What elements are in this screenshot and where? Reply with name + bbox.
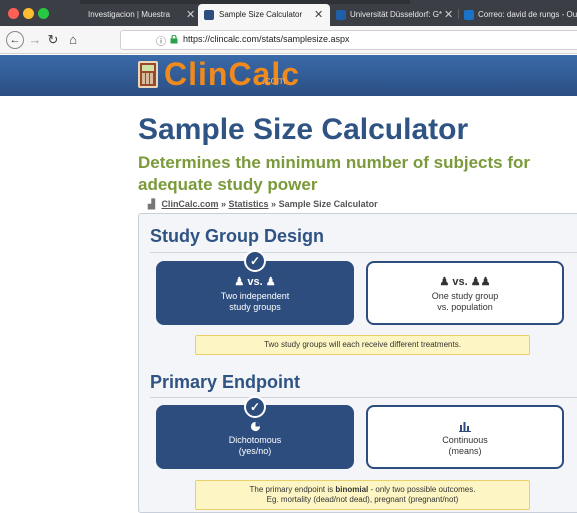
pie-chart-icon <box>158 421 352 435</box>
option-label-line1: Two independent <box>220 291 290 301</box>
url-text: https://clincalc.com/stats/samplesize.as… <box>183 34 350 44</box>
note-text: - only two possible outcomes. <box>368 485 476 494</box>
reload-icon[interactable]: ↻ <box>44 31 62 49</box>
note-text: The primary endpoint is <box>249 485 336 494</box>
breadcrumb-separator: » <box>220 199 226 209</box>
tab-label: Correo: david de rungs - Outlo <box>478 10 577 19</box>
address-bar[interactable]: ⓘ https://clincalc.com/stats/samplesize.… <box>120 30 577 50</box>
tab-separator <box>458 9 459 19</box>
site-header: ClinCalc .com <box>0 55 577 96</box>
forward-arrow-icon[interactable]: → <box>26 31 44 49</box>
hhu-favicon-icon <box>336 10 346 20</box>
close-window-button[interactable] <box>8 8 19 19</box>
breadcrumb-separator: » <box>271 199 277 209</box>
note-emphasis: binomial <box>335 485 369 494</box>
zoom-window-button[interactable] <box>38 8 49 19</box>
breadcrumb-home-link[interactable]: ClinCalc.com <box>161 199 218 209</box>
section-divider <box>150 397 577 398</box>
close-tab-icon[interactable]: ✕ <box>444 4 453 26</box>
home-icon[interactable]: ⌂ <box>64 31 82 49</box>
back-arrow-icon[interactable]: ← <box>6 31 24 49</box>
option-one-group-vs-population[interactable]: ♟ vs. ♟♟ One study group vs. population <box>366 261 564 325</box>
close-tab-icon[interactable]: ✕ <box>314 4 323 26</box>
two-users-vs-icon: ♟ vs. ♟ <box>234 276 276 288</box>
tab-investigacion[interactable]: Investigacion | Muestra ✕ <box>72 4 200 26</box>
info-icon[interactable]: ⓘ <box>156 33 166 48</box>
primary-endpoint-heading: Primary Endpoint <box>150 372 301 392</box>
site-logo-suffix: .com <box>262 75 286 87</box>
breadcrumb: ▟ ClinCalc.com » Statistics » Sample Siz… <box>148 199 378 210</box>
option-label-line1: Continuous <box>442 435 488 445</box>
user-vs-group-icon: ♟ vs. ♟♟ <box>439 276 491 288</box>
calculator-logo-icon[interactable] <box>138 61 158 88</box>
outlook-favicon-icon <box>464 10 474 20</box>
breadcrumb-current: Sample Size Calculator <box>278 199 378 209</box>
selected-check-icon: ✓ <box>244 396 266 418</box>
bar-chart-icon <box>368 421 562 435</box>
lock-icon <box>170 35 178 44</box>
breadcrumb-statistics-link[interactable]: Statistics <box>229 199 269 209</box>
tab-correo-outlook[interactable]: Correo: david de rungs - Outlo <box>460 4 577 26</box>
tab-sample-size-calculator[interactable]: Sample Size Calculator ✕ <box>198 4 330 26</box>
study-group-design-note: Two study groups will each receive diffe… <box>195 335 530 355</box>
primary-endpoint-note: The primary endpoint is binomial - only … <box>195 480 530 510</box>
clincalc-favicon-icon <box>204 10 214 20</box>
option-label-line2: (means) <box>448 446 482 456</box>
option-label-line1: Dichotomous <box>228 435 282 445</box>
browser-tab-bar: Investigacion | Muestra ✕ Sample Size Ca… <box>0 0 577 26</box>
tab-label: Universität Düsseldorf: G*Powe <box>350 10 442 19</box>
tab-universitat-dusseldorf[interactable]: Universität Düsseldorf: G*Powe ✕ <box>332 4 456 26</box>
page-subtitle: Determines the minimum number of subject… <box>138 153 531 194</box>
study-group-design-heading: Study Group Design <box>150 226 325 246</box>
option-label-line2: (yes/no) <box>238 446 272 456</box>
browser-nav-bar: ← → ↻ ⌂ ⓘ https://clincalc.com/stats/sam… <box>0 26 577 54</box>
section-divider <box>150 252 577 253</box>
option-label-line2: study groups <box>229 302 281 312</box>
selected-check-icon: ✓ <box>244 250 266 272</box>
minimize-window-button[interactable] <box>23 8 34 19</box>
close-tab-icon[interactable]: ✕ <box>186 4 195 26</box>
option-label-line2: vs. population <box>437 302 493 312</box>
tab-label: Sample Size Calculator <box>219 10 303 19</box>
calculator-breadcrumb-icon: ▟ <box>148 199 155 209</box>
option-label-line1: One study group <box>431 291 499 301</box>
page-title: Sample Size Calculator <box>138 113 469 146</box>
option-continuous[interactable]: Continuous (means) <box>366 405 564 469</box>
tab-label: Investigacion | Muestra <box>88 10 171 19</box>
